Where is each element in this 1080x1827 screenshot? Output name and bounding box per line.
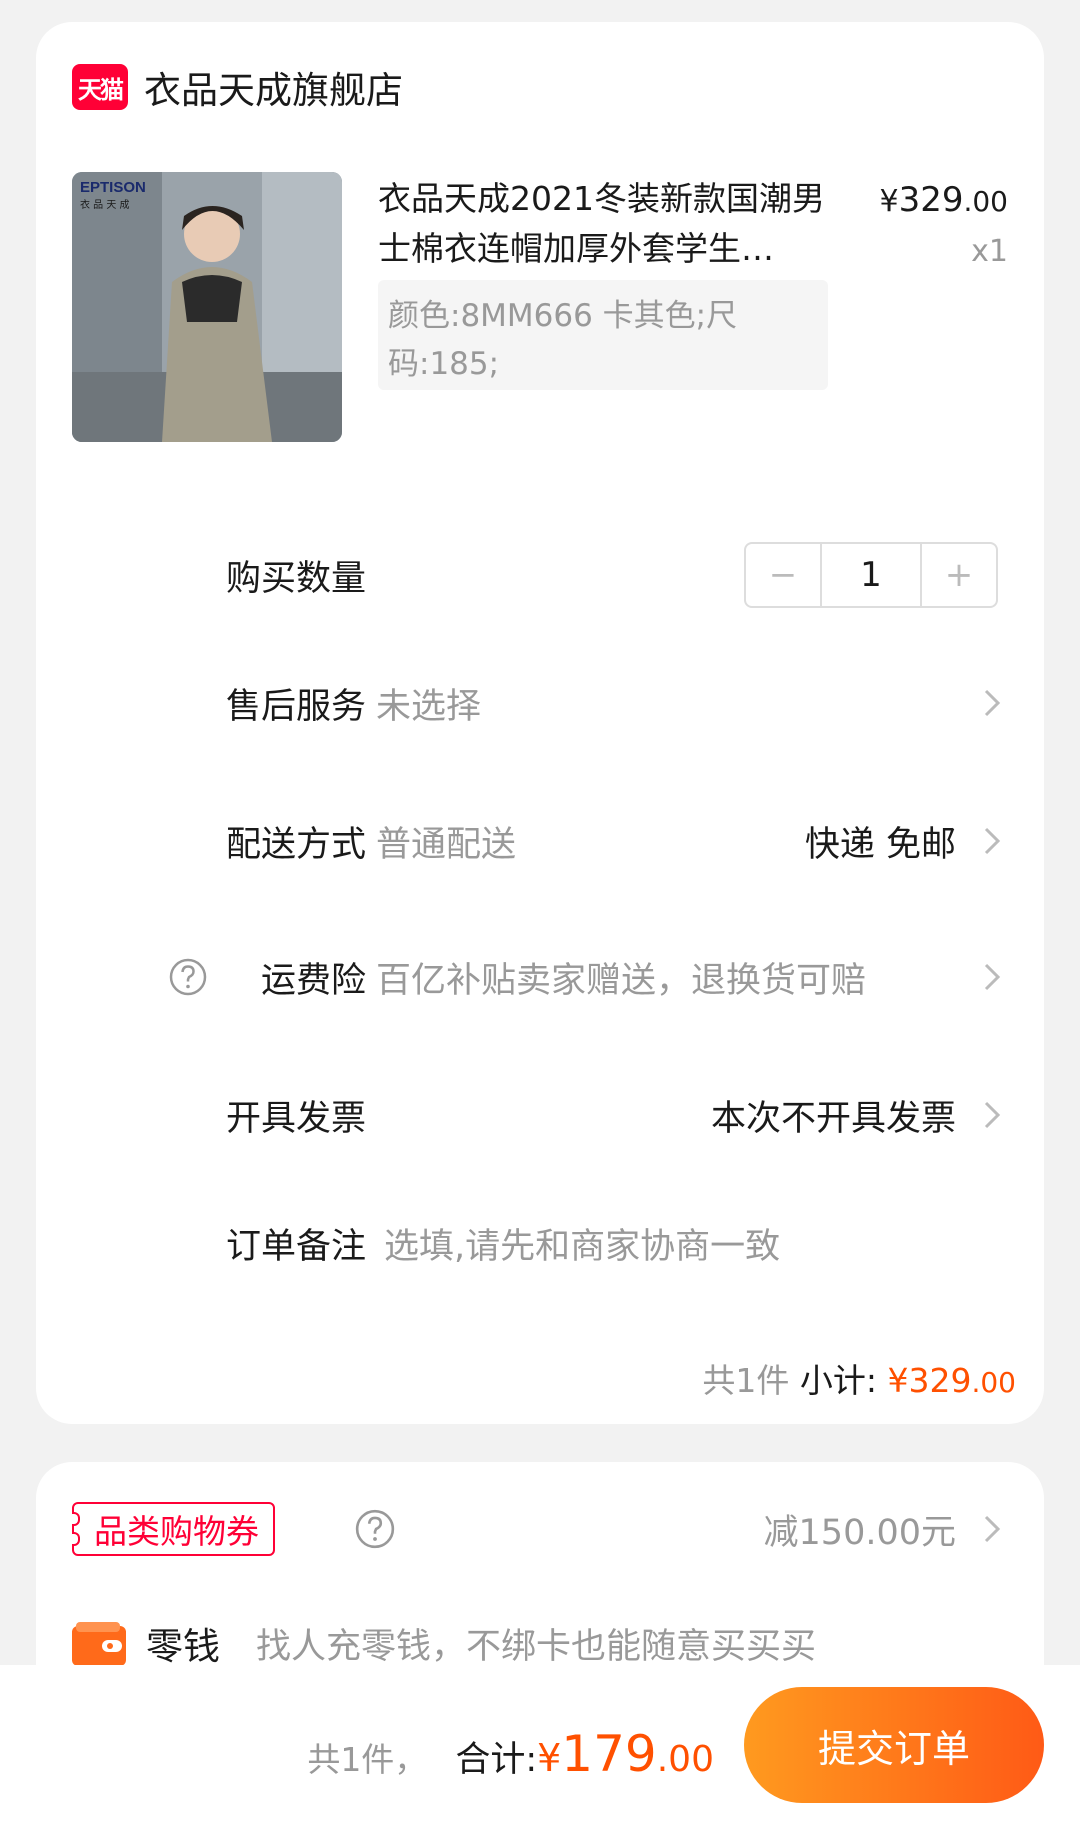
subtotal-count: 共1件 (702, 1361, 790, 1400)
brand-mark-sub: 衣 品 天 成 (80, 198, 130, 211)
chevron-right-icon (984, 1515, 1001, 1543)
quantity-label: 购买数量 (225, 558, 366, 599)
delivery-label: 配送方式 (225, 824, 366, 865)
note-row: 订单备注 选填,请先和商家协商一致 (36, 1208, 1044, 1278)
brand-mark: EPTISON (80, 179, 146, 196)
order-card: 天猫 衣品天成旗舰店 EPTISON 衣 品 天 成 衣品天成2021冬装新款国… (36, 22, 1044, 1424)
submit-order-button[interactable]: 提交订单 (744, 1687, 1044, 1803)
shipping-insurance-label: 运费险 (260, 960, 366, 1001)
wallet-icon (72, 1622, 126, 1666)
product-price: ¥329.00 (879, 180, 1008, 220)
wallet-desc[interactable]: 找人充零钱，不绑卡也能随意买买买 (256, 1618, 816, 1669)
after-sales-value: 未选择 (376, 686, 482, 727)
sku-selector[interactable]: 颜色:8MM666 卡其色;尺码:185; (378, 280, 828, 390)
subtotal: 共1件 小计: ¥329.00 (702, 1354, 1016, 1402)
chevron-right-icon (984, 1101, 1001, 1129)
quantity-stepper[interactable]: − 1 + (744, 542, 998, 608)
delivery-fee: 快递 免邮 (804, 824, 956, 865)
coupon-value: 减150.00元 (763, 1512, 956, 1553)
after-sales-row[interactable]: 售后服务 未选择 (36, 668, 1044, 738)
product-price-block: ¥329.00 x1 (879, 180, 1008, 269)
subtotal-label: 小计: (799, 1361, 877, 1400)
product-image[interactable]: EPTISON 衣 品 天 成 (72, 172, 342, 442)
tmall-logo: 天猫 (72, 64, 128, 110)
total-count: 共1件， (307, 1740, 428, 1779)
help-icon[interactable] (168, 957, 208, 997)
coupon-row[interactable]: 减150.00元 (36, 1494, 1044, 1564)
total: 共1件， 合计: ¥179.00 (307, 1725, 714, 1783)
note-input[interactable]: 选填,请先和商家协商一致 (384, 1218, 780, 1269)
chevron-right-icon (984, 827, 1001, 855)
note-label: 订单备注 (225, 1226, 366, 1267)
total-amount: ¥179.00 (537, 1725, 714, 1783)
checkout-bar: 共1件， 合计: ¥179.00 提交订单 (0, 1665, 1080, 1827)
invoice-row[interactable]: 开具发票 本次不开具发票 (36, 1080, 1044, 1150)
product-photo: EPTISON 衣 品 天 成 (72, 172, 342, 442)
invoice-value: 本次不开具发票 (710, 1098, 956, 1139)
total-label: 合计: (455, 1740, 538, 1780)
subtotal-amount: ¥329.00 (887, 1361, 1016, 1400)
invoice-label: 开具发票 (225, 1098, 366, 1139)
delivery-value: 普通配送 (376, 824, 517, 865)
product-title[interactable]: 衣品天成2021冬装新款国潮男士棉衣连帽加厚外套学生… (378, 174, 838, 274)
shipping-insurance-value: 百亿补贴卖家赠送，退换货可赔 (376, 960, 867, 1001)
after-sales-label: 售后服务 (225, 686, 366, 727)
chevron-right-icon (984, 963, 1001, 991)
wallet-label: 零钱 (146, 1625, 220, 1668)
quantity-value[interactable]: 1 (820, 544, 922, 606)
chevron-right-icon (984, 689, 1001, 717)
increase-button[interactable]: + (922, 544, 996, 606)
shop-header[interactable]: 天猫 衣品天成旗舰店 (72, 60, 403, 114)
shop-name: 衣品天成旗舰店 (144, 69, 403, 112)
delivery-row[interactable]: 配送方式 普通配送 快递 免邮 (36, 806, 1044, 876)
shipping-insurance-row[interactable]: 运费险 百亿补贴卖家赠送，退换货可赔 (36, 942, 1044, 1012)
decrease-button[interactable]: − (746, 544, 820, 606)
product-quantity: x1 (971, 234, 1008, 269)
